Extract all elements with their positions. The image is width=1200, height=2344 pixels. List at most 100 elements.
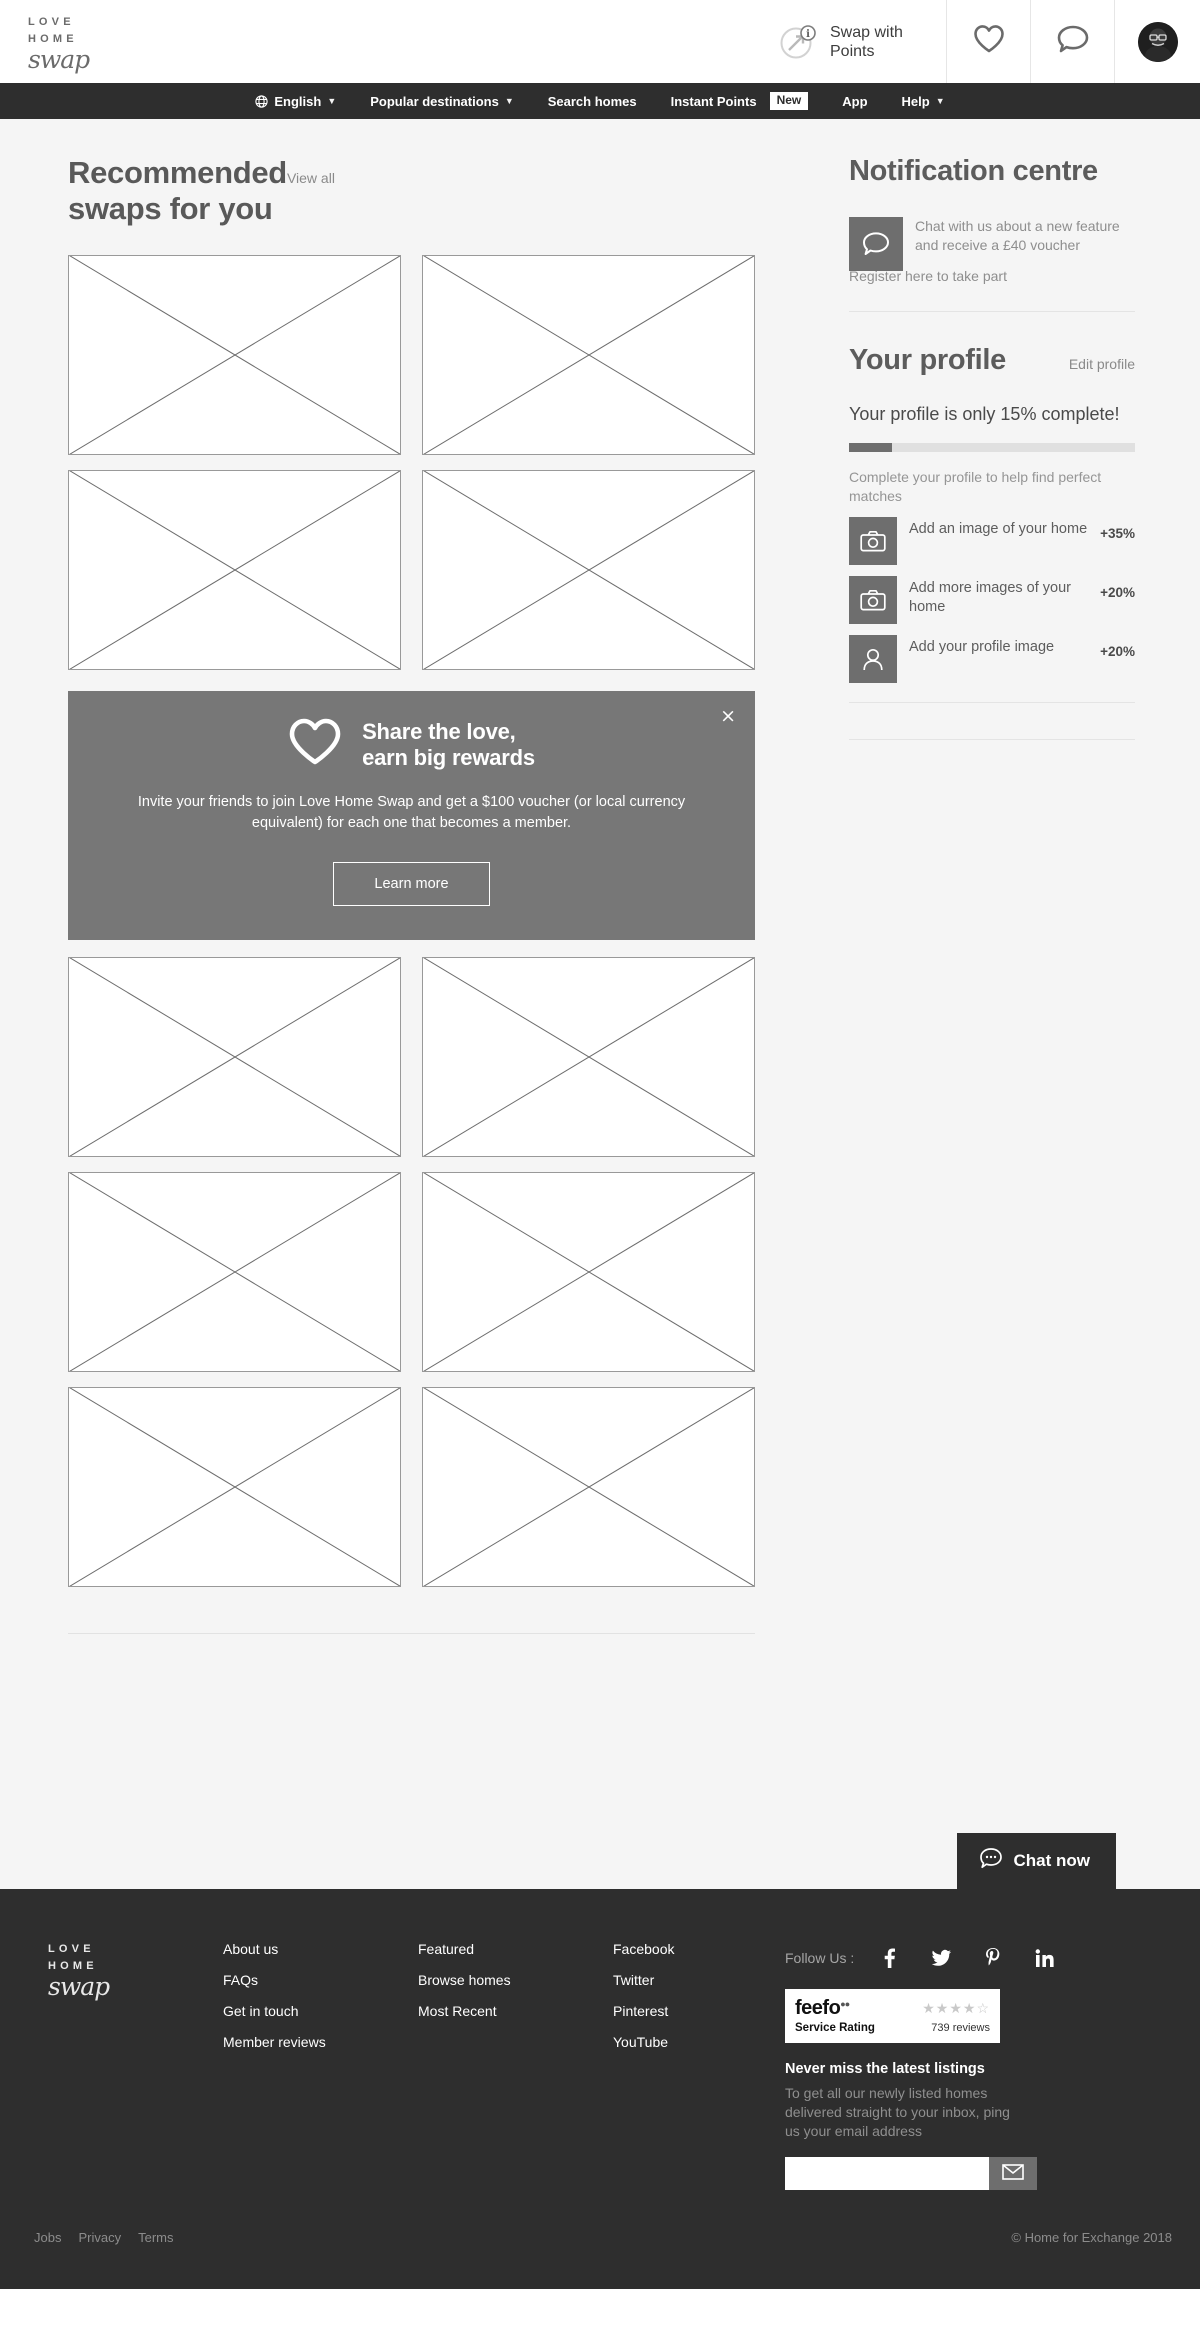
footer-link-youtube[interactable]: YouTube <box>613 2034 785 2050</box>
feefo-rating-badge[interactable]: feefo ●● ★★★★☆ Service Rating 739 reviews <box>785 1989 1000 2043</box>
page-body: Recommended swaps for you View all × Sha… <box>0 119 1200 1889</box>
profile-task-value: +20% <box>1100 585 1135 600</box>
listing-image-placeholder[interactable] <box>422 255 755 455</box>
listing-image-placeholder[interactable] <box>422 470 755 670</box>
copyright-text: © Home for Exchange 2018 <box>1011 2230 1172 2245</box>
listing-image-placeholder[interactable] <box>422 1172 755 1372</box>
footer-column-homes: Featured Browse homes Most Recent <box>418 1941 613 2190</box>
profile-task-item[interactable]: Add an image of your home +35% <box>849 517 1135 565</box>
footer-link-most-recent[interactable]: Most Recent <box>418 2003 613 2019</box>
linkedin-icon[interactable] <box>1028 1941 1062 1975</box>
nav-item-english[interactable]: English ▼ <box>238 83 353 119</box>
profile-completion-status: Your profile is only 15% complete! <box>849 402 1135 426</box>
recommended-swaps-grid-top <box>68 255 780 670</box>
listing-image-placeholder[interactable] <box>68 957 401 1157</box>
newsletter-email-input[interactable] <box>785 2157 989 2190</box>
newsletter-subtitle: To get all our newly listed homes delive… <box>785 2085 1010 2139</box>
footer-link-pinterest[interactable]: Pinterest <box>613 2003 785 2019</box>
facebook-icon[interactable] <box>872 1941 906 1975</box>
heart-icon <box>973 24 1005 59</box>
footer-link-member-reviews[interactable]: Member reviews <box>223 2034 418 2050</box>
promo-title: Share the love, earn big rewards <box>362 719 535 771</box>
nav-item-search-homes[interactable]: Search homes <box>531 83 654 119</box>
your-profile-title: Your profile <box>849 344 1006 376</box>
notification-item[interactable]: Chat with us about a new feature and rec… <box>849 217 1135 271</box>
profile-hint-text: Complete your profile to help find perfe… <box>849 469 1102 504</box>
listing-image-placeholder[interactable] <box>422 1387 755 1587</box>
heart-outline-icon <box>288 717 342 772</box>
nav-item-app[interactable]: App <box>825 83 884 119</box>
wishlist-button[interactable] <box>946 0 1030 83</box>
feefo-brand: feefo ●● <box>795 1997 850 2020</box>
chevron-down-icon: ▼ <box>935 96 945 106</box>
footer-link-featured[interactable]: Featured <box>418 1941 613 1957</box>
follow-us-label: Follow Us : <box>785 1950 855 1966</box>
footer-logo[interactable]: LOVE HOME swap <box>48 1941 223 2190</box>
star-rating-icon: ★★★★☆ <box>922 2000 990 2016</box>
site-logo[interactable]: LOVE HOME swap <box>28 10 148 73</box>
listing-image-placeholder[interactable] <box>68 255 401 455</box>
footer-link-twitter[interactable]: Twitter <box>613 1972 785 1988</box>
swap-with-points-button[interactable]: i Swap with Points <box>767 0 946 83</box>
nav-label: English <box>274 93 322 109</box>
footer-link-facebook[interactable]: Facebook <box>613 1941 785 1957</box>
learn-more-button[interactable]: Learn more <box>333 862 490 906</box>
listing-image-placeholder[interactable] <box>68 470 401 670</box>
legal-link-terms[interactable]: Terms <box>138 2230 173 2245</box>
avatar <box>1137 21 1178 62</box>
profile-task-item[interactable]: Add your profile image +20% <box>849 635 1135 683</box>
envelope-icon <box>1002 2164 1024 2183</box>
nav-item-popular-destinations[interactable]: Popular destinations ▼ <box>353 83 531 119</box>
swap-points-icon: i <box>777 21 819 63</box>
nav-item-help[interactable]: Help ▼ <box>885 83 962 119</box>
page-title: Recommended swaps for you <box>68 155 287 226</box>
profile-status-prefix: Your profile is only <box>849 404 1001 424</box>
messages-button[interactable] <box>1030 0 1114 83</box>
profile-progress-bar <box>849 443 1135 452</box>
footer-logo-line-swap: swap <box>48 1972 110 2001</box>
profile-task-label: Add an image of your home <box>909 521 1088 537</box>
profile-task-item[interactable]: Add more images of your home +20% <box>849 576 1135 624</box>
listing-image-placeholder[interactable] <box>68 1387 401 1587</box>
chevron-down-icon: ▼ <box>504 96 514 106</box>
profile-status-percent: 15% <box>1000 404 1037 424</box>
footer-bottom-bar: Jobs Privacy Terms © Home for Exchange 2… <box>0 2212 1200 2289</box>
sidebar: Notification centre Chat with us about a… <box>780 155 1180 1634</box>
chat-now-label: Chat now <box>1013 1851 1091 1870</box>
nav-label: Help <box>901 93 930 109</box>
view-all-link[interactable]: View all <box>287 170 335 186</box>
footer-link-browse-homes[interactable]: Browse homes <box>418 1972 613 1988</box>
nav-item-instant-points[interactable]: Instant Points New <box>654 83 826 119</box>
swap-with-points-label: Swap with Points <box>830 23 903 60</box>
feefo-dots-icon: ●● <box>840 1999 850 2009</box>
footer-link-get-in-touch[interactable]: Get in touch <box>223 2003 418 2019</box>
footer-column-company: About us FAQs Get in touch Member review… <box>223 1941 418 2190</box>
profile-task-value: +20% <box>1100 644 1135 659</box>
listing-image-placeholder[interactable] <box>68 1172 401 1372</box>
header-actions: i Swap with Points <box>767 0 1200 83</box>
content-divider <box>68 1633 755 1634</box>
pinterest-icon[interactable] <box>976 1941 1010 1975</box>
profile-task-value: +35% <box>1100 526 1135 541</box>
legal-link-privacy[interactable]: Privacy <box>78 2230 121 2245</box>
referral-promo-banner: × Share the love, earn big rewards Invit… <box>68 691 755 940</box>
twitter-icon[interactable] <box>924 1941 958 1975</box>
chat-now-button[interactable]: Chat now <box>956 1833 1116 1889</box>
feefo-review-count: 739 reviews <box>931 2022 990 2034</box>
nav-label: Popular destinations <box>370 93 499 109</box>
section-header: Recommended swaps for you View all <box>68 155 780 227</box>
globe-icon <box>255 94 269 108</box>
close-icon[interactable]: × <box>720 707 736 726</box>
legal-link-jobs[interactable]: Jobs <box>34 2230 61 2245</box>
speech-bubble-icon <box>849 217 903 271</box>
account-button[interactable] <box>1114 0 1200 83</box>
edit-profile-link[interactable]: Edit profile <box>1069 356 1135 372</box>
logo-line-swap: swap <box>28 45 90 74</box>
sidebar-divider <box>849 702 1135 703</box>
site-header: LOVE HOME swap i Swap with Points <box>0 0 1200 83</box>
listing-image-placeholder[interactable] <box>422 957 755 1157</box>
your-profile-section: Your profile Edit profile Your profile i… <box>849 344 1135 740</box>
footer-link-about-us[interactable]: About us <box>223 1941 418 1957</box>
newsletter-submit-button[interactable] <box>989 2157 1037 2190</box>
footer-link-faqs[interactable]: FAQs <box>223 1972 418 1988</box>
